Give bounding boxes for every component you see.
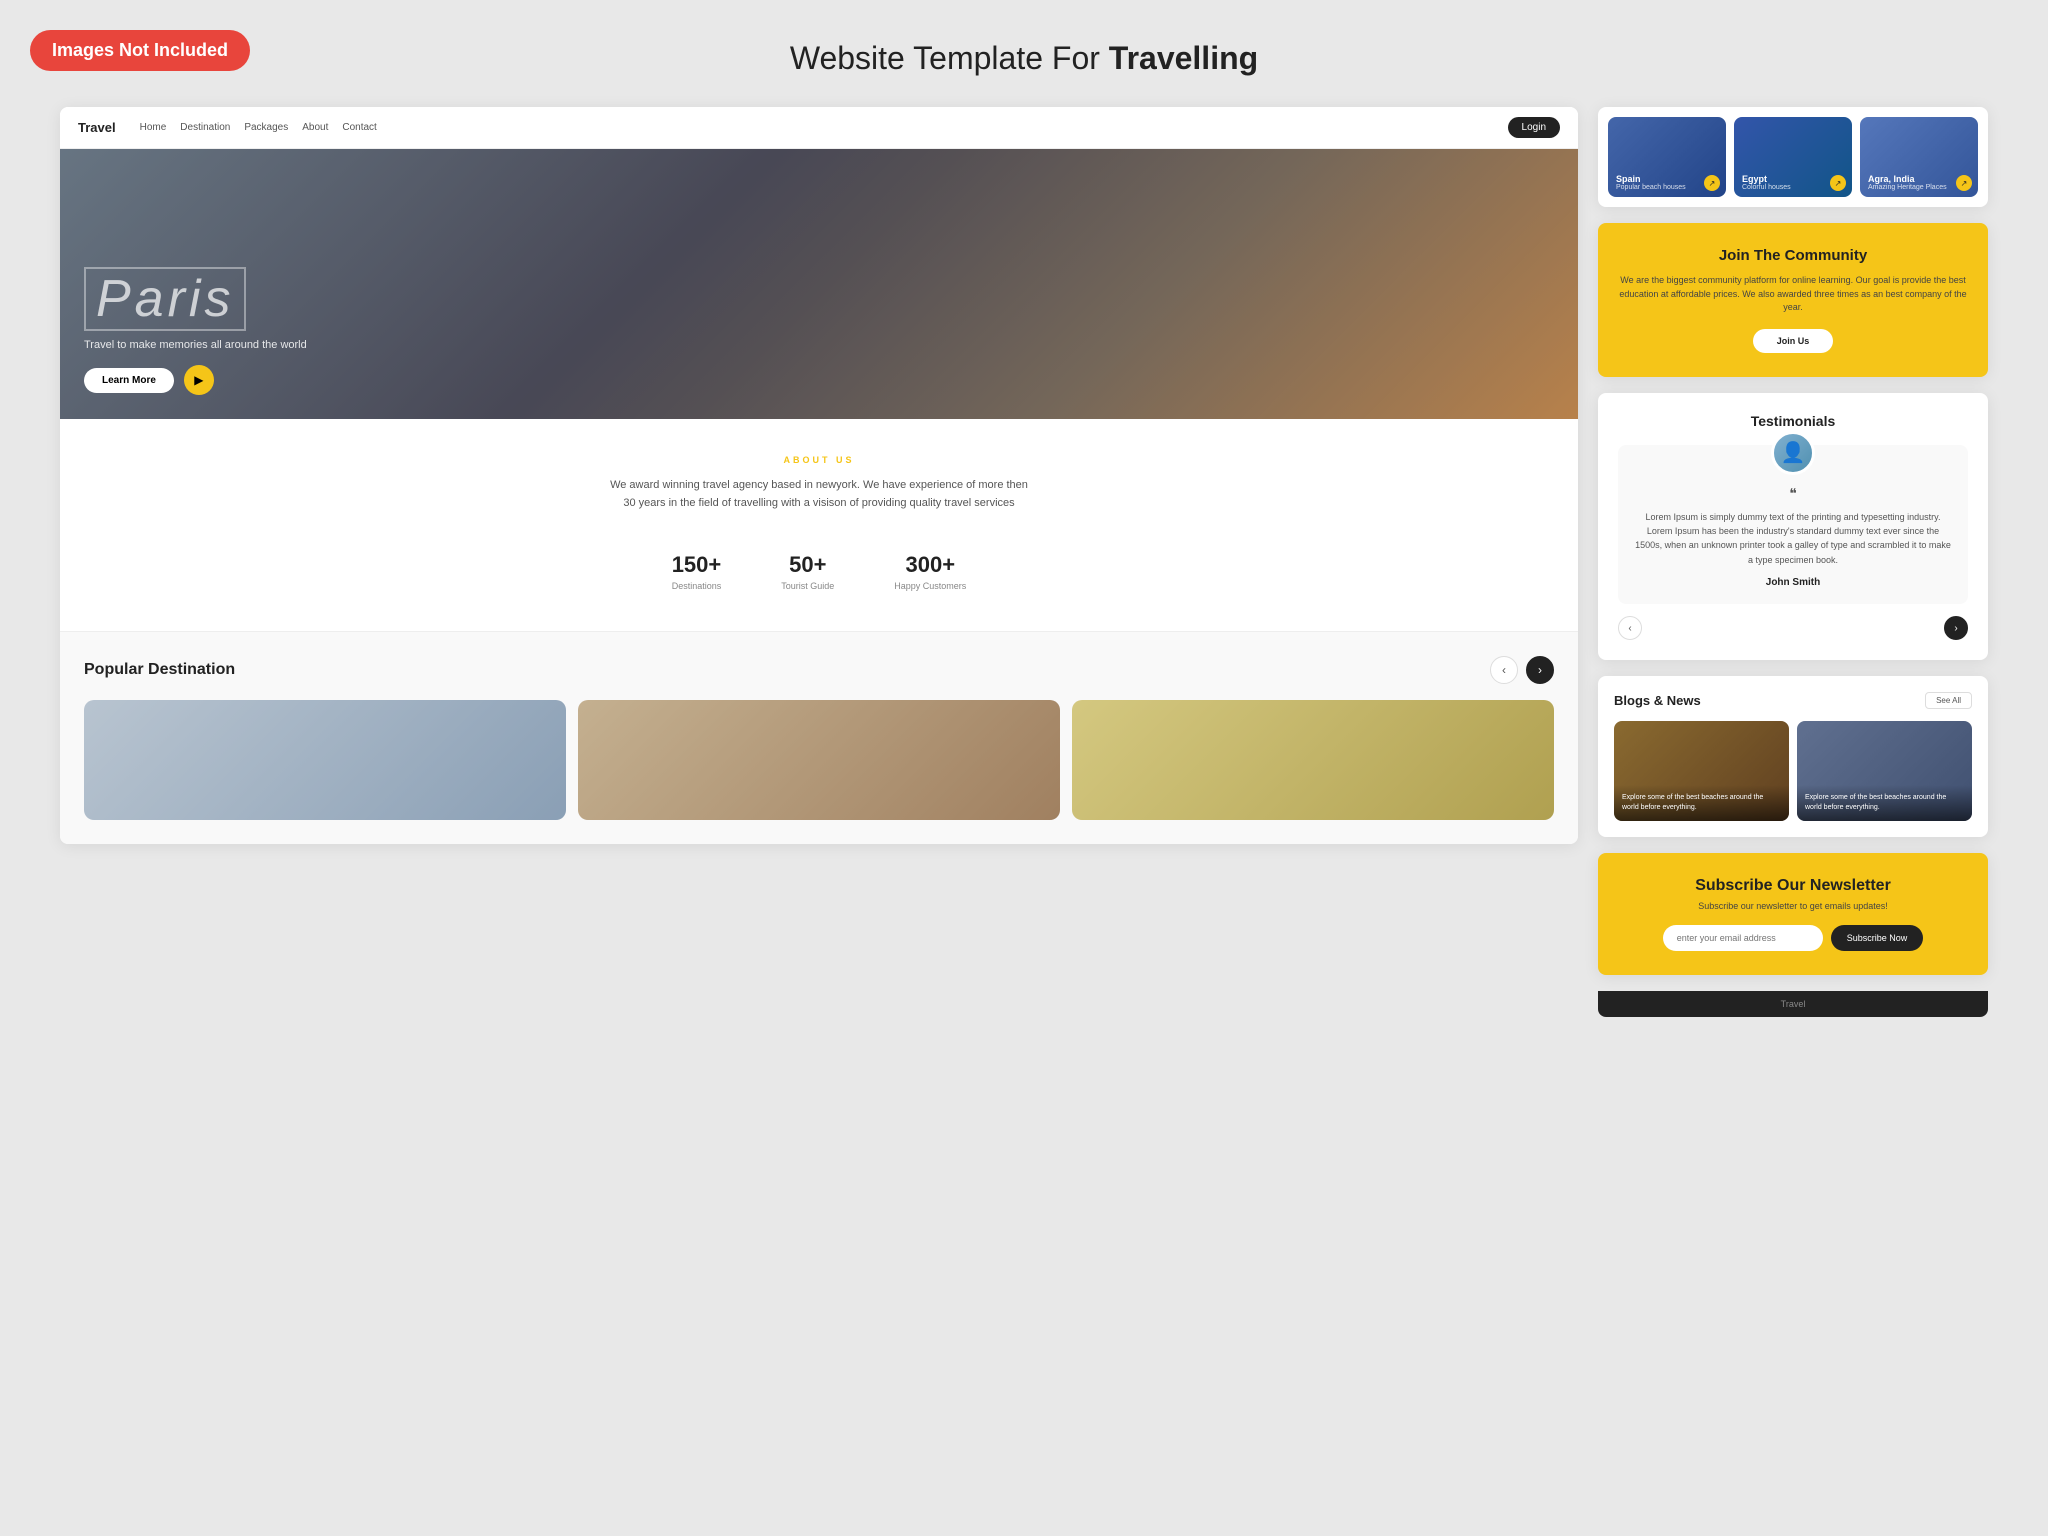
blogs-header: Blogs & News See All (1614, 692, 1972, 709)
blogs-section: Blogs & News See All Explore some of the… (1598, 676, 1988, 837)
dest-spain-arrow[interactable]: ↗ (1704, 175, 1720, 191)
dest-egypt: Egypt Colorful houses ↗ (1734, 117, 1852, 197)
about-label: ABOUT US (90, 455, 1548, 465)
dest-card-1 (84, 700, 566, 820)
blog-card-1-overlay: Explore some of the best beaches around … (1614, 785, 1789, 821)
testimonial-next-button[interactable]: › (1944, 616, 1968, 640)
popular-nav: ‹ › (1490, 656, 1554, 684)
newsletter-subtitle: Subscribe our newsletter to get emails u… (1618, 901, 1968, 911)
popular-next-button[interactable]: › (1526, 656, 1554, 684)
newsletter-section: Subscribe Our Newsletter Subscribe our n… (1598, 853, 1988, 975)
testimonial-author: John Smith (1634, 577, 1952, 588)
navbar: Travel Home Destination Packages About C… (60, 107, 1578, 149)
stat-guides-number: 50+ (781, 552, 834, 578)
join-button[interactable]: Join Us (1753, 329, 1834, 353)
stat-customers-label: Happy Customers (894, 581, 966, 591)
testimonial-text: Lorem Ipsum is simply dummy text of the … (1634, 510, 1952, 568)
blog-card-2-overlay: Explore some of the best beaches around … (1797, 785, 1972, 821)
blog-cards: Explore some of the best beaches around … (1614, 721, 1972, 821)
dest-card-2-bg (578, 700, 1060, 820)
stat-guides: 50+ Tourist Guide (781, 552, 834, 591)
join-text: We are the biggest community platform fo… (1618, 274, 1968, 315)
dest-agra-name: Agra, India (1868, 174, 1947, 184)
testimonial-prev-button[interactable]: ‹ (1618, 616, 1642, 640)
newsletter-form: Subscribe Now (1618, 925, 1968, 951)
stat-customers: 300+ Happy Customers (894, 552, 966, 591)
blog-card-2-text: Explore some of the best beaches around … (1805, 793, 1964, 813)
destination-cards (84, 700, 1554, 844)
hero-section: Paris Travel to make memories all around… (60, 149, 1578, 419)
testimonial-nav: ‹ › (1618, 616, 1968, 640)
nav-links: Home Destination Packages About Contact (140, 122, 1508, 133)
dest-top-cards: Spain Popular beach houses ↗ Egypt Color… (1598, 107, 1988, 207)
popular-prev-button[interactable]: ‹ (1490, 656, 1518, 684)
testimonial-card: 👤 ❝ Lorem Ipsum is simply dummy text of … (1618, 445, 1968, 605)
play-button[interactable]: ▶ (184, 365, 214, 395)
stats-row: 150+ Destinations 50+ Tourist Guide 300+… (90, 536, 1548, 607)
footer: Travel (1598, 991, 1988, 1017)
dest-egypt-name: Egypt (1742, 174, 1791, 184)
newsletter-title: Subscribe Our Newsletter (1618, 877, 1968, 895)
dest-agra: Agra, India Amazing Heritage Places ↗ (1860, 117, 1978, 197)
dest-card-2 (578, 700, 1060, 820)
nav-about[interactable]: About (302, 122, 328, 133)
right-panel: Spain Popular beach houses ↗ Egypt Color… (1598, 107, 1988, 1017)
testimonials-title: Testimonials (1618, 413, 1968, 429)
join-title: Join The Community (1618, 247, 1968, 264)
hero-buttons: Learn More ▶ (84, 365, 307, 395)
nav-home[interactable]: Home (140, 122, 167, 133)
learn-more-button[interactable]: Learn More (84, 368, 174, 393)
testimonials-section: Testimonials 👤 ❝ Lorem Ipsum is simply d… (1598, 393, 1988, 661)
stat-destinations: 150+ Destinations (672, 552, 722, 591)
testimonial-quote-icon: ❝ (1634, 485, 1952, 502)
dest-egypt-arrow[interactable]: ↗ (1830, 175, 1846, 191)
newsletter-email-input[interactable] (1663, 925, 1823, 951)
nav-destination[interactable]: Destination (180, 122, 230, 133)
dest-egypt-label: Egypt Colorful houses (1742, 174, 1791, 191)
hero-content: Paris Travel to make memories all around… (84, 267, 307, 395)
popular-header: Popular Destination ‹ › (84, 656, 1554, 684)
blog-card-1: Explore some of the best beaches around … (1614, 721, 1789, 821)
nav-brand: Travel (78, 120, 116, 135)
page-title: Website Template For Travelling (0, 0, 2048, 107)
dest-spain-name: Spain (1616, 174, 1686, 184)
popular-section: Popular Destination ‹ › (60, 631, 1578, 844)
dest-agra-sub: Amazing Heritage Places (1868, 184, 1947, 191)
stat-customers-number: 300+ (894, 552, 966, 578)
dest-agra-arrow[interactable]: ↗ (1956, 175, 1972, 191)
dest-card-1-bg (84, 700, 566, 820)
nav-packages[interactable]: Packages (244, 122, 288, 133)
images-not-included-badge: Images Not Included (30, 30, 250, 71)
dest-spain-sub: Popular beach houses (1616, 184, 1686, 191)
stat-guides-label: Tourist Guide (781, 581, 834, 591)
testimonial-avatar: 👤 (1771, 431, 1815, 475)
stat-destinations-label: Destinations (672, 581, 722, 591)
stat-destinations-number: 150+ (672, 552, 722, 578)
dest-card-3-bg (1072, 700, 1554, 820)
popular-title: Popular Destination (84, 661, 235, 679)
see-all-button[interactable]: See All (1925, 692, 1972, 709)
dest-egypt-sub: Colorful houses (1742, 184, 1791, 191)
dest-spain-label: Spain Popular beach houses (1616, 174, 1686, 191)
dest-card-3 (1072, 700, 1554, 820)
about-text: We award winning travel agency based in … (609, 477, 1029, 512)
dest-agra-label: Agra, India Amazing Heritage Places (1868, 174, 1947, 191)
about-section: ABOUT US We award winning travel agency … (60, 419, 1578, 631)
hero-title: Paris (84, 267, 246, 331)
left-panel: Travel Home Destination Packages About C… (60, 107, 1578, 844)
blogs-title: Blogs & News (1614, 693, 1701, 708)
newsletter-subscribe-button[interactable]: Subscribe Now (1831, 925, 1924, 951)
login-button[interactable]: Login (1508, 117, 1560, 138)
blog-card-1-text: Explore some of the best beaches around … (1622, 793, 1781, 813)
hero-subtitle: Travel to make memories all around the w… (84, 339, 307, 351)
join-community-section: Join The Community We are the biggest co… (1598, 223, 1988, 377)
nav-contact[interactable]: Contact (342, 122, 376, 133)
dest-spain: Spain Popular beach houses ↗ (1608, 117, 1726, 197)
blog-card-2: Explore some of the best beaches around … (1797, 721, 1972, 821)
